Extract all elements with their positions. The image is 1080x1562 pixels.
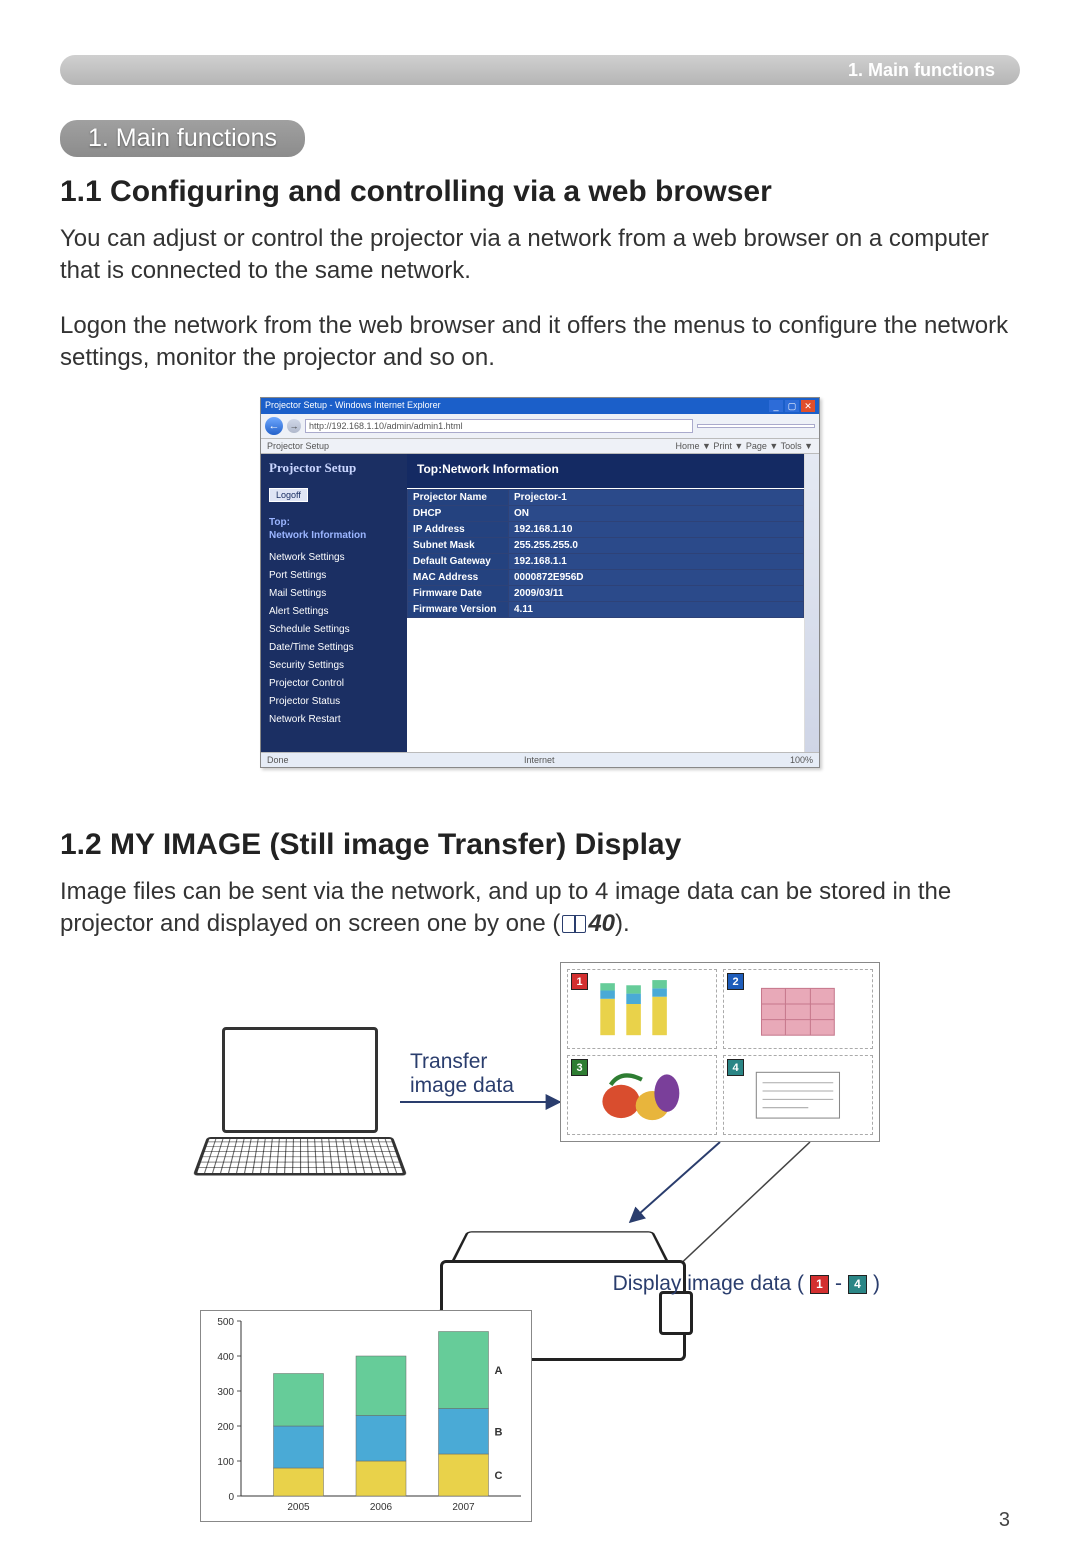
svg-text:500: 500 <box>217 1317 234 1328</box>
building-icon <box>735 978 861 1040</box>
scrollbar[interactable] <box>804 454 819 752</box>
table-row: Projector NameProjector-1 <box>408 489 804 505</box>
marker-small-1: 1 <box>810 1275 829 1294</box>
main-heading: Top:Network Information <box>407 454 804 489</box>
sidebar-item-projector-status[interactable]: Projector Status <box>269 696 399 707</box>
browser-window-title: Projector Setup - Windows Internet Explo… <box>265 400 441 412</box>
svg-text:2006: 2006 <box>370 1502 393 1513</box>
browser-window: Projector Setup - Windows Internet Explo… <box>260 397 820 768</box>
table-row: Subnet Mask255.255.255.0 <box>408 537 804 553</box>
svg-text:2005: 2005 <box>287 1502 310 1513</box>
svg-text:A: A <box>495 1365 503 1377</box>
svg-text:B: B <box>495 1427 503 1439</box>
sidebar-item-projector-control[interactable]: Projector Control <box>269 678 399 689</box>
marker-4: 4 <box>727 1059 744 1076</box>
page-header-label: 1. Main functions <box>848 60 995 81</box>
sidebar-item-security-settings[interactable]: Security Settings <box>269 660 399 671</box>
status-mid: Internet <box>524 755 555 765</box>
logoff-button[interactable]: Logoff <box>269 488 308 502</box>
fruit-icon <box>579 1064 705 1126</box>
page-header-bar: 1. Main functions <box>60 55 1020 85</box>
sidebar-current: Top: Network Information <box>269 516 399 542</box>
marker-2: 2 <box>727 973 744 990</box>
laptop-icon <box>200 1027 400 1189</box>
info-table: Projector NameProjector-1 DHCPON IP Addr… <box>407 489 804 618</box>
document-icon <box>735 1064 861 1126</box>
paragraph-1-2: Image files can be sent via the network,… <box>60 876 1020 941</box>
mini-chart-icon <box>579 978 705 1040</box>
sidebar-item-network-restart[interactable]: Network Restart <box>269 714 399 725</box>
table-row: Firmware Version4.11 <box>408 601 804 617</box>
back-icon[interactable]: ← <box>265 417 283 435</box>
section-pill: 1. Main functions <box>60 120 305 157</box>
page-number: 3 <box>999 1509 1010 1532</box>
browser-tab[interactable]: Projector Setup <box>267 441 329 451</box>
browser-titlebar: Projector Setup - Windows Internet Explo… <box>261 398 819 414</box>
table-row: Default Gateway192.168.1.1 <box>408 553 804 569</box>
toolbar-menu[interactable]: Home ▼ Print ▼ Page ▼ Tools ▼ <box>675 441 813 451</box>
heading-1-2: 1.2 MY IMAGE (Still image Transfer) Disp… <box>60 828 1020 862</box>
sidebar-item-port-settings[interactable]: Port Settings <box>269 570 399 581</box>
svg-text:100: 100 <box>217 1457 234 1468</box>
thumbnail-1: 1 <box>567 969 717 1049</box>
paragraph-1-1b: Logon the network from the web browser a… <box>60 310 1020 375</box>
main-panel: Top:Network Information Projector NamePr… <box>407 454 804 752</box>
table-row: IP Address192.168.1.10 <box>408 521 804 537</box>
search-input[interactable] <box>697 424 815 428</box>
svg-text:2007: 2007 <box>452 1502 475 1513</box>
svg-text:300: 300 <box>217 1387 234 1398</box>
stacked-bar-chart: 0 100 200 300 400 500 2005 2006 2007 C B A <box>200 1310 532 1522</box>
sidebar-item-date-time-settings[interactable]: Date/Time Settings <box>269 642 399 653</box>
forward-icon[interactable]: → <box>287 419 301 433</box>
thumbnail-grid: 1 2 3 <box>560 962 880 1142</box>
table-row: Firmware Date2009/03/11 <box>408 585 804 601</box>
sidebar-item-network-settings[interactable]: Network Settings <box>269 552 399 563</box>
svg-text:400: 400 <box>217 1352 234 1363</box>
table-row: DHCPON <box>408 505 804 521</box>
svg-text:200: 200 <box>217 1422 234 1433</box>
svg-text:0: 0 <box>228 1492 234 1503</box>
thumbnail-3: 3 <box>567 1055 717 1135</box>
display-label: Display image data ( 1 - 4 ) <box>613 1272 880 1296</box>
svg-text:C: C <box>495 1470 503 1482</box>
sidebar-item-schedule-settings[interactable]: Schedule Settings <box>269 624 399 635</box>
marker-1: 1 <box>571 973 588 990</box>
close-icon[interactable]: ✕ <box>801 400 815 412</box>
sidebar-item-mail-settings[interactable]: Mail Settings <box>269 588 399 599</box>
book-icon <box>562 915 586 933</box>
sidebar-item-alert-settings[interactable]: Alert Settings <box>269 606 399 617</box>
thumbnail-2: 2 <box>723 969 873 1049</box>
diagram-figure: Transfer image data 1 2 <box>200 962 880 1522</box>
marker-small-4: 4 <box>848 1275 867 1294</box>
transfer-label: Transfer image data <box>410 1050 514 1098</box>
paragraph-1-1a: You can adjust or control the projector … <box>60 223 1020 288</box>
maximize-icon[interactable]: ▢ <box>785 400 799 412</box>
status-left: Done <box>267 755 289 765</box>
sidebar: Projector Setup Logoff Top: Network Info… <box>261 454 407 752</box>
table-row: MAC Address0000872E956D <box>408 569 804 585</box>
sidebar-title: Projector Setup <box>269 460 399 476</box>
thumbnail-4: 4 <box>723 1055 873 1135</box>
marker-3: 3 <box>571 1059 588 1076</box>
minimize-icon[interactable]: _ <box>769 400 783 412</box>
status-right: 100% <box>790 755 813 765</box>
address-bar[interactable]: http://192.168.1.10/admin/admin1.html <box>305 419 693 433</box>
heading-1-1: 1.1 Configuring and controlling via a we… <box>60 175 1020 209</box>
